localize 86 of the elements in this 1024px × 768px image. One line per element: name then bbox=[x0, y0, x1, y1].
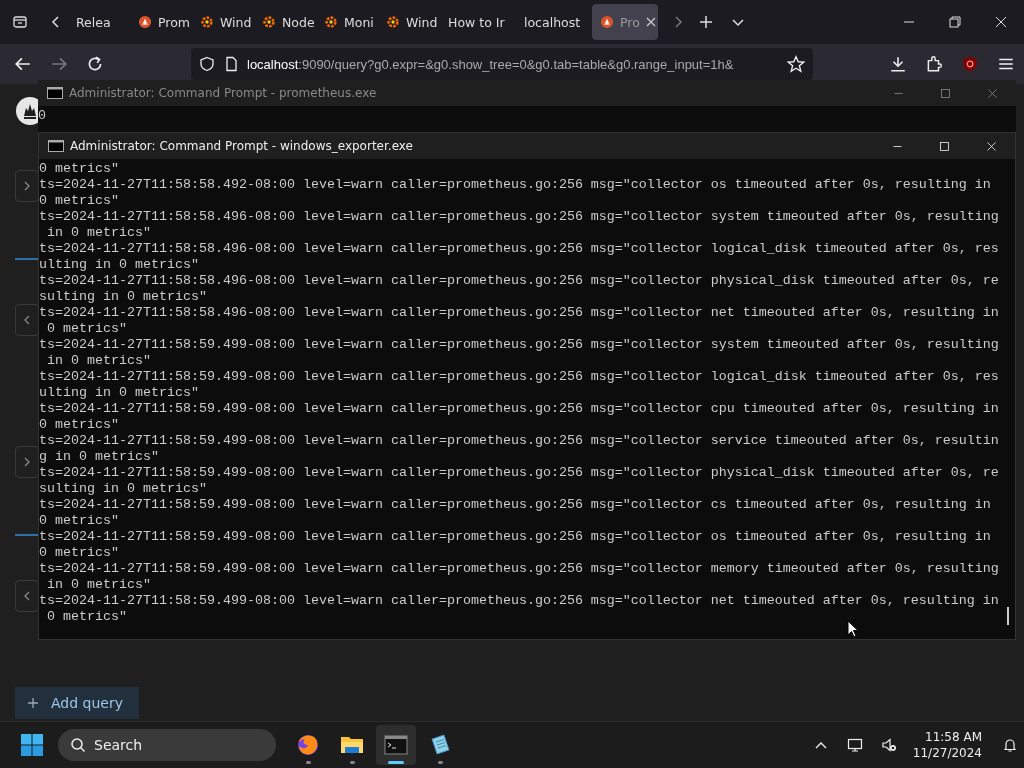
chevron-right-icon bbox=[22, 181, 32, 191]
browser-tab[interactable]: localhost bbox=[516, 4, 590, 40]
window-title: Administrator: Command Prompt - prometheus.exe bbox=[69, 86, 377, 100]
console-line: ts=2024-11-27T11:58:59.499-08:00 level=warn caller=prometheus.go:256 msg="collector memory timeouted after 0s, resulting bbox=[39, 561, 1000, 577]
console-line: ts=2024-11-27T11:58:59.499-08:00 level=warn caller=prometheus.go:256 msg="collector physical_disk timeouted after 0s, re bbox=[39, 465, 1000, 481]
restore-icon[interactable] bbox=[947, 14, 963, 30]
plus-icon bbox=[27, 697, 39, 709]
gear-icon bbox=[324, 15, 338, 29]
gear-icon bbox=[200, 15, 214, 29]
new-tab-icon[interactable] bbox=[698, 14, 714, 30]
console-line: ts=2024-11-27T11:58:59.499-08:00 level=warn caller=prometheus.go:256 msg="collector logical_disk timeouted after 0s, res bbox=[39, 369, 1000, 385]
browser-tab[interactable]: Pro bbox=[592, 4, 658, 40]
speaker-muted-icon[interactable] bbox=[880, 737, 897, 753]
clock-time[interactable]: 11:58 AM bbox=[925, 729, 982, 745]
star-icon[interactable] bbox=[787, 55, 805, 73]
shield-badge-icon[interactable] bbox=[961, 55, 979, 73]
terminal-icon bbox=[384, 733, 408, 757]
page-icon[interactable] bbox=[223, 56, 239, 72]
browser-tab[interactable]: Relea bbox=[68, 4, 128, 40]
tab-underline bbox=[15, 534, 39, 536]
window-title: Administrator: Command Prompt - windows_exporter.exe bbox=[70, 139, 413, 153]
console-line: ts=2024-11-27T11:58:58.496-08:00 level=warn caller=prometheus.go:256 msg="collector net timeouted after 0s, resulting in bbox=[39, 305, 1000, 321]
console-line: 0 metrics" bbox=[39, 193, 120, 209]
console-line: ts=2024-11-27T11:58:58.492-08:00 level=warn caller=prometheus.go:256 msg="collector os timeouted after 0s, resulting in bbox=[39, 177, 992, 193]
reload-icon[interactable] bbox=[86, 55, 104, 73]
console-line: ulting in 0 metrics" bbox=[39, 385, 200, 401]
notepad-icon bbox=[428, 733, 452, 757]
tab-underline bbox=[15, 258, 39, 260]
flame-icon bbox=[138, 15, 152, 29]
browser-tab[interactable]: Prom bbox=[130, 4, 190, 40]
console-line: sulting in 0 metrics" bbox=[39, 289, 208, 305]
browser-tab[interactable]: Node bbox=[254, 4, 314, 40]
download-icon[interactable] bbox=[889, 55, 907, 73]
console-line: g in 0 metrics" bbox=[39, 449, 160, 465]
console-line: ts=2024-11-27T11:58:58.496-08:00 level=warn caller=prometheus.go:256 msg="collector physical_disk timeouted after 0s, re bbox=[39, 273, 1000, 289]
add-query-button[interactable]: Add query bbox=[15, 687, 139, 719]
console-icon bbox=[48, 140, 64, 152]
clock-date[interactable]: 11/27/2024 bbox=[912, 745, 982, 761]
console-line: in 0 metrics" bbox=[46, 225, 152, 241]
browser-tab[interactable]: Wind bbox=[378, 4, 438, 40]
flame-icon bbox=[600, 15, 614, 29]
console-line: 0 metrics" bbox=[39, 417, 120, 433]
close-icon[interactable] bbox=[985, 139, 998, 153]
console-line: ts=2024-11-27T11:58:59.499-08:00 level=warn caller=prometheus.go:256 msg="collector net timeouted after 0s, resulting in bbox=[39, 593, 1000, 609]
console-line: ts=2024-11-27T11:58:59.499-08:00 level=warn caller=prometheus.go:256 msg="collector cpu timeouted after 0s, resulting in bbox=[39, 401, 1000, 417]
monitor-icon[interactable] bbox=[846, 737, 863, 753]
puzzle-icon[interactable] bbox=[925, 55, 943, 73]
browser-tab[interactable]: Wind bbox=[192, 4, 252, 40]
taskbar-app[interactable] bbox=[376, 725, 416, 765]
console-line: sulting in 0 metrics" bbox=[39, 481, 208, 497]
scrollbar-thumb[interactable] bbox=[1007, 607, 1009, 625]
browser-tab[interactable]: Moni bbox=[316, 4, 376, 40]
chevron-left-icon bbox=[22, 315, 32, 325]
start-button[interactable] bbox=[20, 733, 44, 757]
shield-icon[interactable] bbox=[199, 56, 215, 72]
bell-icon[interactable] bbox=[1002, 737, 1018, 753]
console-line: ts=2024-11-27T11:58:59.499-08:00 level=warn caller=prometheus.go:256 msg="collector system timeouted after 0s, resulting bbox=[39, 337, 1000, 353]
search-field[interactable]: Search bbox=[58, 729, 276, 761]
close-icon[interactable] bbox=[645, 17, 656, 27]
tab-list-icon[interactable] bbox=[12, 14, 28, 30]
console-line: ts=2024-11-27T11:58:59.499-08:00 level=warn caller=prometheus.go:256 msg="collector os timeouted after 0s, resulting in bbox=[39, 529, 992, 545]
address-bar[interactable]: localhost:9090/query?g0.expr=&g0.show_tree=0&g0.tab=table&g0.range_input=1h& bbox=[191, 48, 813, 80]
chevron-right-icon bbox=[22, 457, 32, 467]
chevron-left-icon bbox=[22, 591, 32, 601]
console-line: in 0 metrics" bbox=[46, 577, 152, 593]
console-icon bbox=[47, 87, 63, 99]
console-line: 0 metrics" bbox=[39, 161, 120, 177]
console-line: 0 metrics" bbox=[39, 513, 120, 529]
maximize-icon[interactable] bbox=[938, 139, 951, 153]
console-line: ts=2024-11-27T11:58:59.499-08:00 level=warn caller=prometheus.go:256 msg="collector service timeouted after 0s, resultin bbox=[39, 433, 1000, 449]
console-line: ts=2024-11-27T11:58:59.499-08:00 level=warn caller=prometheus.go:256 msg="collector cs timeouted after 0s, resulting in bbox=[39, 497, 992, 513]
console-line: 0 metrics" bbox=[46, 321, 128, 337]
forward-icon[interactable] bbox=[50, 55, 68, 73]
gear-icon bbox=[386, 15, 400, 29]
console-line: 0 metrics" bbox=[39, 545, 120, 561]
console-line: ts=2024-11-27T11:58:58.496-08:00 level=warn caller=prometheus.go:256 msg="collector system timeouted after 0s, resulting bbox=[39, 209, 1000, 225]
gear-icon bbox=[262, 15, 276, 29]
console-line: 0 metrics" bbox=[46, 609, 128, 625]
back-icon[interactable] bbox=[14, 55, 32, 73]
console-line: 0 bbox=[38, 108, 47, 124]
console-line: ts=2024-11-27T11:58:58.496-08:00 level=warn caller=prometheus.go:256 msg="collector logical_disk timeouted after 0s, res bbox=[39, 241, 1000, 257]
console-line: ulting in 0 metrics" bbox=[39, 257, 200, 273]
browser-tab[interactable]: How to Ir bbox=[440, 4, 514, 40]
fox-globe-icon bbox=[296, 733, 320, 757]
console-line: in 0 metrics" bbox=[46, 353, 152, 369]
close-icon[interactable] bbox=[993, 14, 1009, 30]
